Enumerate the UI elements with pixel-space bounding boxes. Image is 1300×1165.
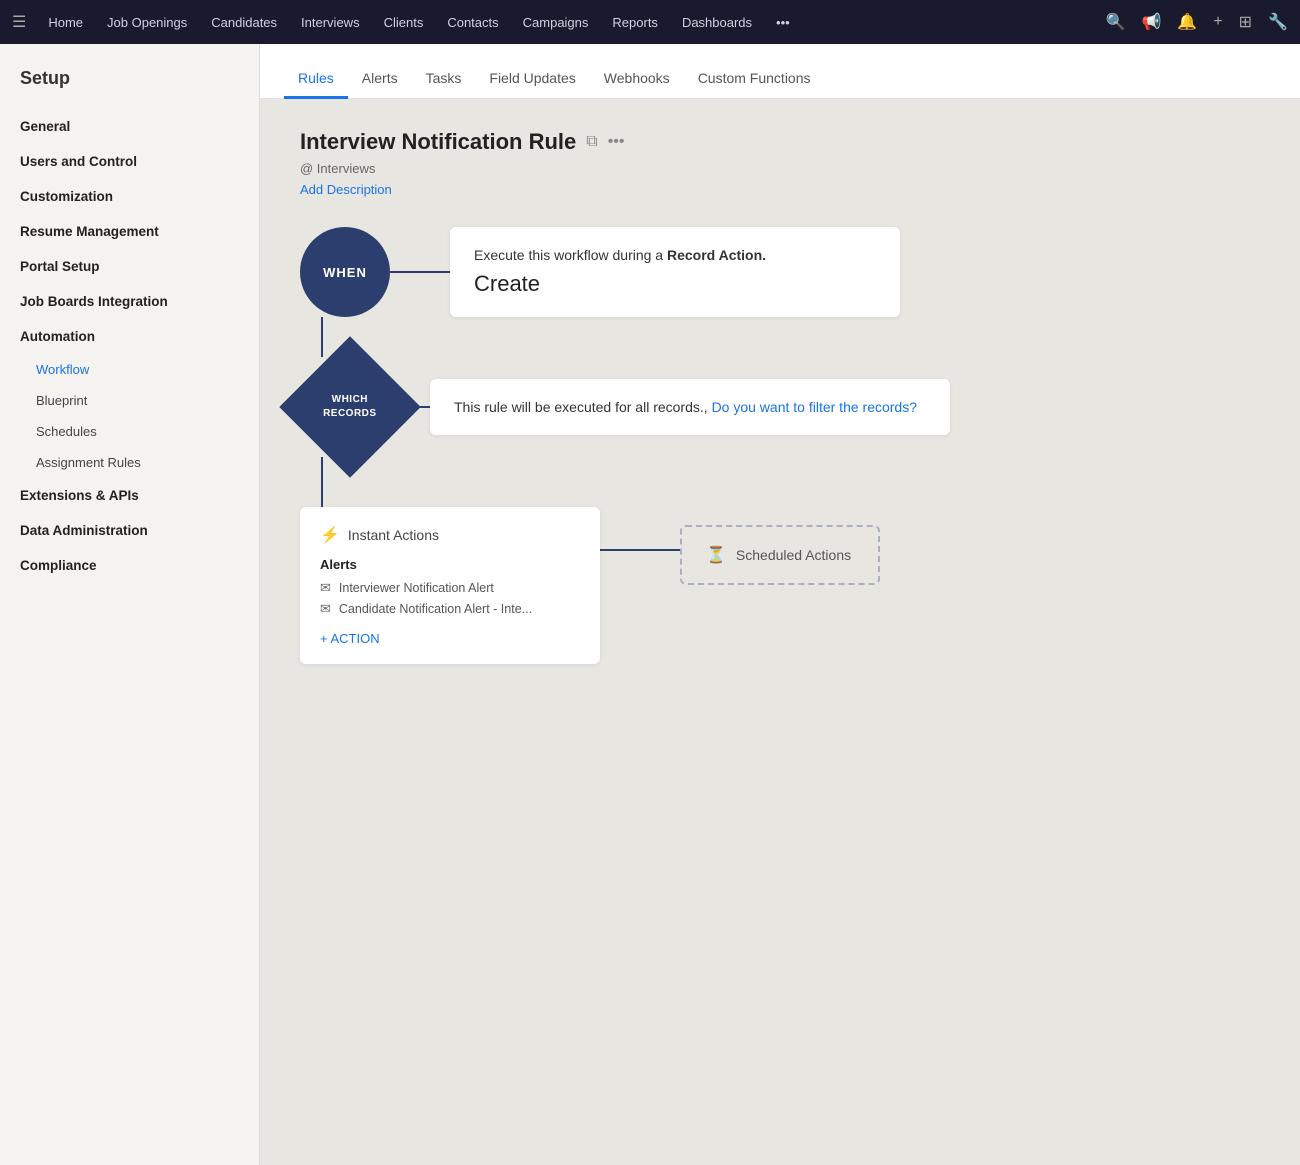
scheduled-actions-label: Scheduled Actions — [736, 547, 851, 563]
v-line-1 — [321, 317, 323, 357]
tab-webhooks[interactable]: Webhooks — [590, 60, 684, 99]
sidebar-item-automation[interactable]: Automation — [0, 319, 259, 354]
sidebar-title: Setup — [0, 68, 259, 109]
nav-item-campaigns[interactable]: Campaigns — [513, 9, 599, 36]
sidebar-item-compliance[interactable]: Compliance — [0, 548, 259, 583]
tab-tasks[interactable]: Tasks — [412, 60, 476, 99]
scheduled-actions-box[interactable]: ⏳ Scheduled Actions — [680, 525, 880, 585]
sidebar: Setup General Users and Control Customiz… — [0, 44, 260, 1165]
page-title: Interview Notification Rule — [300, 129, 576, 155]
sidebar-item-portal-setup[interactable]: Portal Setup — [0, 249, 259, 284]
alert-text-1: Interviewer Notification Alert — [339, 581, 494, 595]
v-connector-2 — [300, 457, 1260, 507]
when-card-value: Create — [474, 271, 876, 297]
v-connector-1 — [300, 317, 1260, 357]
mail-icon-2: ✉ — [320, 601, 331, 617]
mail-icon-1: ✉ — [320, 580, 331, 596]
more-options-icon[interactable]: ••• — [608, 133, 625, 151]
nav-item-clients[interactable]: Clients — [374, 9, 434, 36]
alert-item-2: ✉ Candidate Notification Alert - Inte... — [320, 601, 580, 617]
nav-item-reports[interactable]: Reports — [602, 9, 668, 36]
tabs-bar: Rules Alerts Tasks Field Updates Webhook… — [260, 44, 1300, 99]
sidebar-item-blueprint[interactable]: Blueprint — [0, 385, 259, 416]
workflow-header: Interview Notification Rule ⧉ ••• — [300, 129, 1260, 155]
rule-module: @ Interviews — [300, 161, 1260, 176]
topnav-icons: 🔍 📢 🔔 + ⊞ 🔧 — [1106, 12, 1288, 32]
tab-rules[interactable]: Rules — [284, 60, 348, 99]
add-action-button[interactable]: + ACTION — [320, 631, 580, 646]
notifications-icon[interactable]: 🔔 — [1177, 12, 1197, 32]
tab-alerts[interactable]: Alerts — [348, 60, 412, 99]
scheduled-connector — [600, 549, 680, 551]
when-node[interactable]: WHEN — [300, 227, 390, 317]
nav-item-home[interactable]: Home — [38, 9, 93, 36]
add-description-link[interactable]: Add Description — [300, 182, 1260, 197]
tab-custom-functions[interactable]: Custom Functions — [684, 60, 825, 99]
grid-icon[interactable]: ⊞ — [1239, 12, 1252, 32]
search-icon[interactable]: 🔍 — [1106, 12, 1126, 32]
when-text-bold: Record Action. — [667, 247, 766, 263]
sidebar-item-assignment-rules[interactable]: Assignment Rules — [0, 447, 259, 478]
when-text-prefix: Execute this workflow during a — [474, 247, 667, 263]
settings-icon[interactable]: 🔧 — [1268, 12, 1288, 32]
sidebar-item-job-boards[interactable]: Job Boards Integration — [0, 284, 259, 319]
which-records-card[interactable]: This rule will be executed for all recor… — [430, 379, 950, 435]
when-step: WHEN Execute this workflow during a Reco… — [300, 227, 1260, 317]
menu-icon[interactable]: ☰ — [12, 12, 26, 32]
hourglass-icon: ⏳ — [706, 545, 726, 565]
nav-item-interviews[interactable]: Interviews — [291, 9, 370, 36]
copy-icon[interactable]: ⧉ — [586, 133, 597, 151]
which-records-text: This rule will be executed for all recor… — [454, 399, 712, 415]
alerts-label: Alerts — [320, 557, 580, 572]
filter-records-link[interactable]: Do you want to filter the records? — [712, 399, 917, 415]
sidebar-item-customization[interactable]: Customization — [0, 179, 259, 214]
nav-item-dashboards[interactable]: Dashboards — [672, 9, 762, 36]
nav-item-more[interactable]: ••• — [766, 9, 800, 36]
alert-text-2: Candidate Notification Alert - Inte... — [339, 602, 532, 616]
main-layout: Setup General Users and Control Customiz… — [0, 44, 1300, 1165]
when-card[interactable]: Execute this workflow during a Record Ac… — [450, 227, 900, 317]
when-card-text: Execute this workflow during a Record Ac… — [474, 247, 876, 263]
nav-item-job-openings[interactable]: Job Openings — [97, 9, 197, 36]
sidebar-item-schedules[interactable]: Schedules — [0, 416, 259, 447]
sidebar-item-resume-management[interactable]: Resume Management — [0, 214, 259, 249]
when-connector — [390, 271, 450, 273]
sidebar-item-users-control[interactable]: Users and Control — [0, 144, 259, 179]
sidebar-item-general[interactable]: General — [0, 109, 259, 144]
which-records-label: WHICHRECORDS — [323, 393, 377, 421]
actions-row: ⚡ Instant Actions Alerts ✉ Interviewer N… — [300, 507, 1260, 664]
tab-field-updates[interactable]: Field Updates — [475, 60, 589, 99]
top-navigation: ☰ Home Job Openings Candidates Interview… — [0, 0, 1300, 44]
which-records-step: WHICHRECORDS This rule will be executed … — [300, 357, 1260, 457]
sidebar-item-data-admin[interactable]: Data Administration — [0, 513, 259, 548]
workflow-content: Interview Notification Rule ⧉ ••• @ Inte… — [260, 99, 1300, 1165]
instant-actions-label: Instant Actions — [348, 527, 439, 543]
alert-item-1: ✉ Interviewer Notification Alert — [320, 580, 580, 596]
nav-item-contacts[interactable]: Contacts — [437, 9, 508, 36]
sidebar-item-workflow[interactable]: Workflow — [0, 354, 259, 385]
main-content: Rules Alerts Tasks Field Updates Webhook… — [260, 44, 1300, 1165]
instant-actions-box: ⚡ Instant Actions Alerts ✉ Interviewer N… — [300, 507, 600, 664]
nav-item-candidates[interactable]: Candidates — [201, 9, 287, 36]
announcements-icon[interactable]: 📢 — [1141, 12, 1161, 32]
instant-actions-header: ⚡ Instant Actions — [320, 525, 580, 545]
sidebar-item-extensions-apis[interactable]: Extensions & APIs — [0, 478, 259, 513]
workflow-diagram: WHEN Execute this workflow during a Reco… — [300, 227, 1260, 664]
v-line-2 — [321, 457, 323, 507]
flash-icon: ⚡ — [320, 525, 340, 545]
add-icon[interactable]: + — [1213, 13, 1222, 31]
